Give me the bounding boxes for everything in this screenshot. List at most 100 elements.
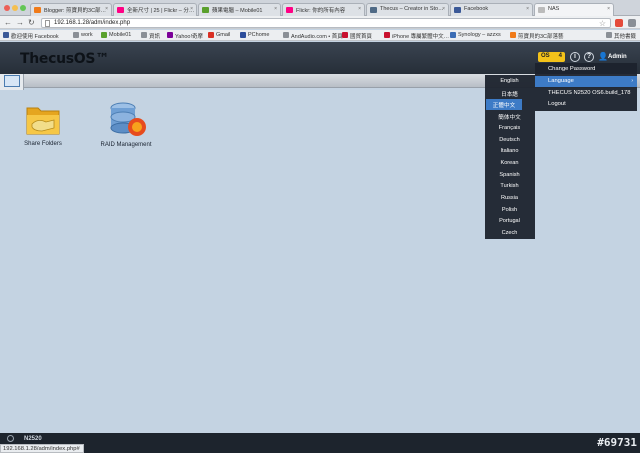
- bookmark-icon: [450, 32, 456, 38]
- tab-favicon-icon: [202, 7, 209, 13]
- raid-management-label: RAID Management: [100, 142, 152, 148]
- language-option[interactable]: Korean: [485, 158, 534, 169]
- bookmarks-bar: 歡迎使用 Facebook work Mobile01 資訊 Yahoo!奇摩 Gmail…: [0, 30, 640, 41]
- tab-close-icon[interactable]: ×: [358, 6, 361, 12]
- extension-icon[interactable]: [615, 19, 623, 27]
- language-option[interactable]: Spanish: [485, 170, 534, 181]
- watermark: #69731: [597, 436, 637, 449]
- bookmark-item[interactable]: 歡迎使用 Facebook: [3, 32, 59, 40]
- bookmark-item[interactable]: work: [73, 32, 93, 38]
- bookmark-item[interactable]: 煎寶貝的3C部落藝: [510, 32, 564, 40]
- bookmark-item[interactable]: 國貿首頁: [342, 32, 372, 40]
- language-option[interactable]: Polish: [485, 205, 534, 216]
- language-option[interactable]: Czech: [485, 228, 534, 239]
- language-option[interactable]: English: [485, 76, 534, 87]
- version-item[interactable]: THECUS N2520 OS6.build_178: [535, 88, 637, 99]
- change-password-item[interactable]: Change Password: [535, 64, 637, 75]
- browser-tab[interactable]: 全新尺寸 | 25 | Flickr – 分… ×: [113, 3, 197, 16]
- language-option[interactable]: 簡体中文: [485, 111, 534, 122]
- thecus-logo: ThecusOS™: [20, 51, 109, 67]
- tab-favicon-icon: [286, 7, 293, 13]
- tab-label: Blogger: 煎寶貝的3C部…: [44, 8, 107, 14]
- bookmark-icon: [510, 32, 516, 38]
- share-folder-icon: [24, 100, 62, 138]
- tab-close-icon[interactable]: ×: [442, 6, 445, 12]
- language-option[interactable]: Italiano: [485, 146, 534, 157]
- bookmark-item[interactable]: 資訊: [141, 32, 160, 40]
- bookmark-icon: [141, 32, 147, 38]
- tab-favicon-icon: [34, 7, 41, 13]
- bookmark-item[interactable]: AndAudio.com • 首頁: [283, 32, 343, 40]
- language-option[interactable]: Turkish: [485, 181, 534, 192]
- admin-label: Admin: [608, 54, 627, 60]
- reload-icon[interactable]: ↻: [28, 18, 35, 27]
- back-arrow-icon[interactable]: ←: [4, 18, 12, 27]
- bookmark-item[interactable]: Synology – azzxs: [450, 32, 501, 38]
- info-icon[interactable]: i: [570, 52, 580, 62]
- tab-label: Thecus – Creator in Sto…: [380, 6, 444, 12]
- bookmark-item[interactable]: 其他書籤: [606, 32, 636, 40]
- browser-tab[interactable]: NAS ×: [534, 3, 614, 16]
- power-icon[interactable]: [7, 435, 14, 442]
- browser-tab[interactable]: Facebook ×: [450, 3, 533, 16]
- raid-management-shortcut[interactable]: RAID Management: [98, 100, 154, 148]
- forward-arrow-icon[interactable]: →: [16, 18, 24, 27]
- bookmark-label: Mobile01: [109, 32, 132, 38]
- bookmark-icon: [283, 32, 289, 38]
- tab-close-icon[interactable]: ×: [526, 6, 529, 12]
- language-item[interactable]: Language ›: [535, 76, 637, 87]
- status-bar-bg: [0, 444, 640, 453]
- zoom-window-button[interactable]: [20, 5, 26, 11]
- tab-close-icon[interactable]: ×: [607, 6, 610, 12]
- logout-item[interactable]: Logout: [535, 99, 637, 110]
- tab-label: Facebook: [464, 6, 489, 12]
- os-badge-number: 4: [558, 53, 562, 59]
- bookmark-item[interactable]: Mobile01: [101, 32, 131, 38]
- browser-tab[interactable]: Blogger: 煎寶貝的3C部… ×: [30, 3, 112, 16]
- bookmark-item[interactable]: Yahoo!奇摩: [167, 32, 203, 40]
- bookmark-label: 煎寶貝的3C部落藝: [518, 34, 564, 40]
- bookmark-icon: [73, 32, 79, 38]
- browser-tab[interactable]: Thecus – Creator in Sto… ×: [366, 3, 449, 16]
- bookmark-icon: [342, 32, 348, 38]
- tab-close-icon[interactable]: ×: [274, 6, 277, 12]
- language-submenu: English 日本語 正體中文 簡体中文 Français Deutsch Italian…: [485, 75, 535, 239]
- close-window-button[interactable]: [4, 5, 10, 11]
- os-badge-label: OS: [541, 53, 550, 59]
- bookmark-item[interactable]: PChome: [240, 32, 269, 38]
- tab-label: 蘋果電腦 – Mobile01: [212, 8, 263, 14]
- bookmark-item[interactable]: Gmail: [208, 32, 230, 38]
- browser-tab[interactable]: Flickr: 你的所有內容 ×: [282, 3, 365, 16]
- language-item-label: Language: [548, 78, 574, 84]
- tab-close-icon[interactable]: ×: [190, 6, 193, 12]
- bookmark-icon: [606, 32, 612, 38]
- minimize-window-button[interactable]: [12, 5, 18, 11]
- page-icon: [45, 20, 50, 27]
- tab-favicon-icon: [538, 7, 545, 13]
- admin-menu-button[interactable]: 👤 Admin: [597, 51, 627, 63]
- bookmark-label: work: [81, 32, 93, 38]
- language-option[interactable]: 正體中文: [486, 99, 522, 111]
- bookmark-label: 其他書籤: [614, 34, 637, 40]
- tab-favicon-icon: [117, 7, 124, 13]
- language-option[interactable]: Russia: [485, 193, 534, 204]
- browser-tab[interactable]: 蘋果電腦 – Mobile01 ×: [198, 3, 281, 16]
- bookmark-label: 資訊: [149, 34, 161, 40]
- bookmark-item[interactable]: iPhone 專屬繁體中文…: [384, 32, 449, 40]
- menu-icon[interactable]: [628, 19, 636, 27]
- tab-close-icon[interactable]: ×: [105, 6, 108, 12]
- bookmark-icon: [384, 32, 390, 38]
- desktop-window-icon: [4, 75, 20, 87]
- bookmark-icon: [167, 32, 173, 38]
- language-option[interactable]: Français: [485, 123, 534, 134]
- bookmark-star-icon[interactable]: ☆: [599, 19, 606, 28]
- language-option[interactable]: 日本語: [485, 88, 534, 99]
- tab-favicon-icon: [454, 7, 461, 13]
- language-option[interactable]: Deutsch: [485, 135, 534, 146]
- help-icon[interactable]: ?: [584, 52, 594, 62]
- os-badge[interactable]: OS 4: [538, 52, 565, 62]
- address-bar[interactable]: 192.168.1.28/adm/index.php ☆: [41, 18, 611, 28]
- share-folders-shortcut[interactable]: Share Folders: [18, 100, 68, 147]
- bookmark-icon: [3, 32, 9, 38]
- language-option[interactable]: Portugal: [485, 216, 534, 227]
